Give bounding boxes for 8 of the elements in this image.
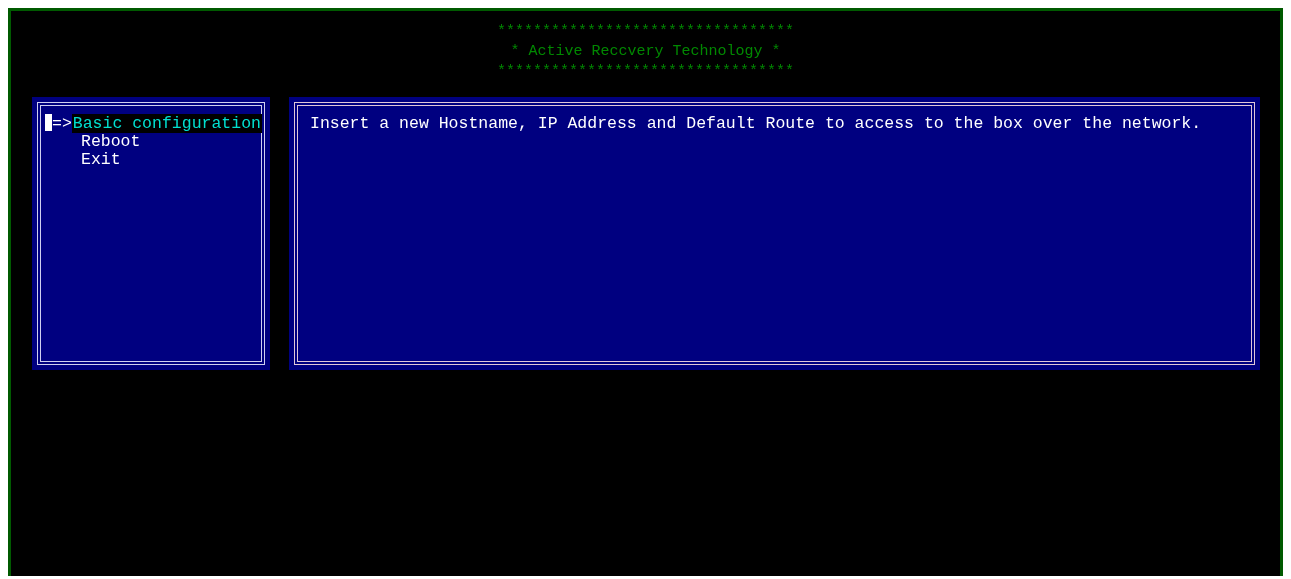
menu-item[interactable]: Reboot <box>80 131 142 151</box>
banner-text: ********************************* <box>496 62 795 82</box>
pointer-arrow: => <box>52 113 72 133</box>
description-text: Insert a new Hostname, IP Address and Default Route to access to the box over the network. <box>310 114 1202 133</box>
menu-item[interactable]: Exit <box>80 149 122 169</box>
banner-text: * Active Reccvery Technology * <box>510 42 781 62</box>
banner-text: ********************************* <box>496 22 795 42</box>
menu-item[interactable]: Basic configuration <box>71 113 262 133</box>
